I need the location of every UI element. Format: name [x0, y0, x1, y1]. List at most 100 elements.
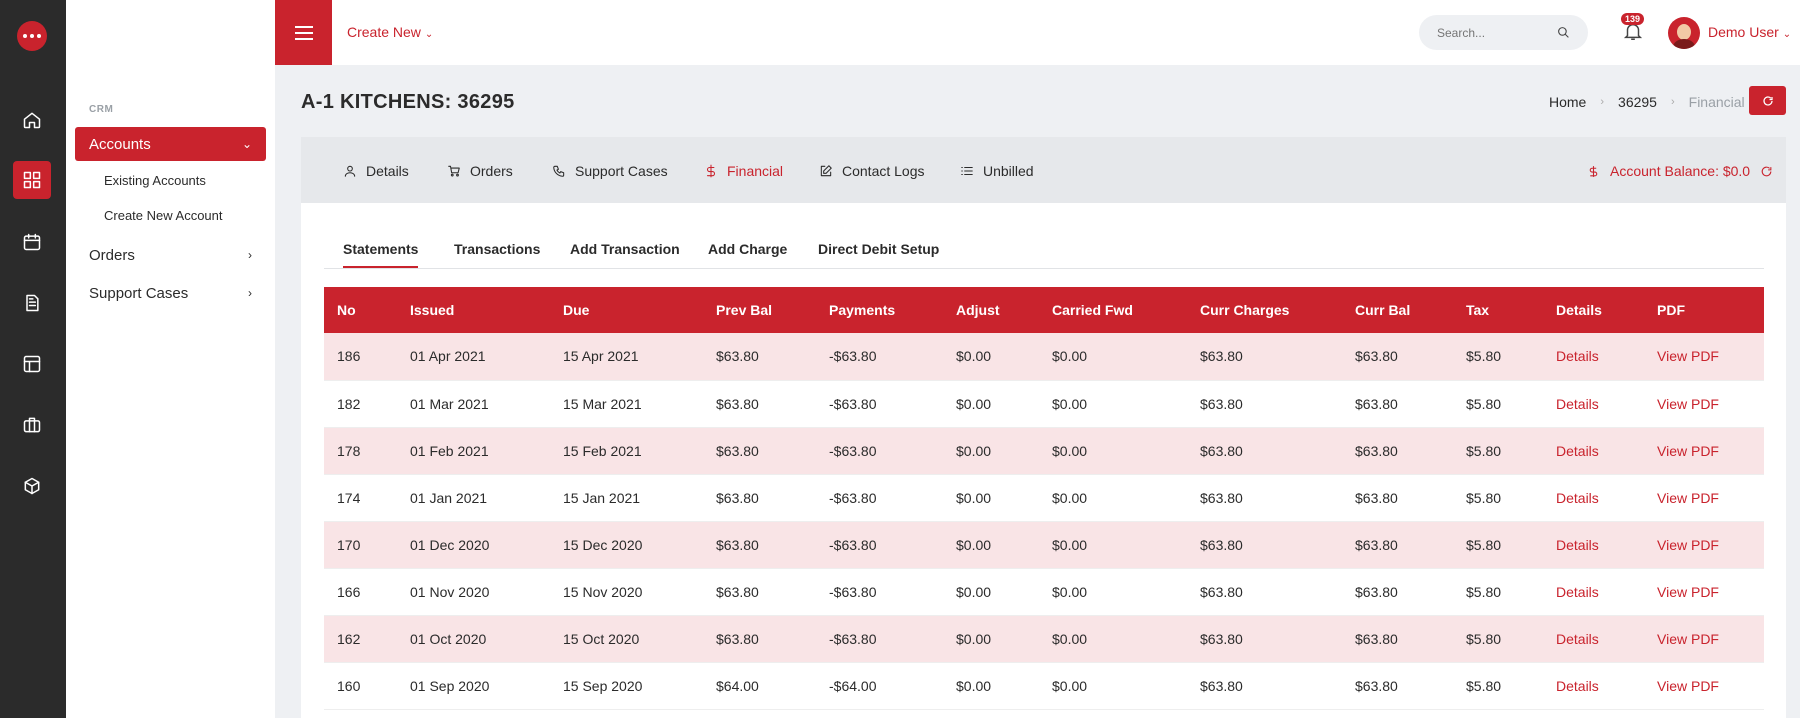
column-header[interactable]: Details — [1543, 287, 1644, 333]
briefcase-icon[interactable] — [13, 406, 51, 444]
subtab-direct-debit-setup[interactable]: Direct Debit Setup — [818, 241, 939, 257]
refresh-icon[interactable] — [1760, 165, 1773, 178]
document-icon[interactable] — [13, 284, 51, 322]
create-new-dropdown[interactable]: Create New ⌄ — [347, 24, 433, 40]
payments: -$63.80 — [829, 348, 877, 365]
sidebar-item-orders[interactable]: Orders › — [75, 238, 266, 272]
sidebar-item-label: Accounts — [89, 135, 151, 153]
tab-details[interactable]: Details — [343, 163, 409, 179]
table-row[interactable]: 174 01 Jan 2021 15 Jan 2021 $63.80 -$63.80 $0… — [324, 474, 1764, 521]
view-pdf-link[interactable]: View PDF — [1644, 521, 1764, 568]
user-name-label: Demo User — [1708, 24, 1779, 40]
statement-no: 166 — [337, 583, 361, 600]
refresh-button[interactable] — [1749, 86, 1786, 115]
payments: -$63.80 — [829, 536, 877, 553]
package-icon[interactable] — [13, 467, 51, 505]
sidebar-item-label: Orders — [89, 246, 135, 264]
column-header[interactable]: PDF — [1644, 287, 1764, 333]
view-pdf-link[interactable]: View PDF — [1644, 427, 1764, 474]
payments: -$63.80 — [829, 630, 877, 647]
column-header[interactable]: Payments — [816, 287, 943, 333]
table-row[interactable]: 182 01 Mar 2021 15 Mar 2021 $63.80 -$63.80 $0… — [324, 380, 1764, 427]
sidebar-subitem-create-new-account[interactable]: Create New Account — [104, 208, 223, 223]
tab-label: Unbilled — [983, 163, 1034, 179]
current-charges: $63.80 — [1200, 630, 1243, 647]
search-input[interactable] — [1437, 25, 1547, 40]
adjust: $0.00 — [956, 583, 992, 600]
carried-forward: $0.00 — [1052, 583, 1088, 600]
column-header[interactable]: Issued — [397, 287, 550, 333]
sidebar-subitem-existing-accounts[interactable]: Existing Accounts — [104, 173, 206, 188]
column-header[interactable]: No — [324, 287, 397, 333]
details-link[interactable]: Details — [1543, 521, 1644, 568]
dollar-icon — [1589, 165, 1598, 177]
icon-rail — [0, 0, 66, 718]
tab-contact-logs[interactable]: Contact Logs — [819, 163, 925, 179]
subtab-transactions[interactable]: Transactions — [454, 241, 540, 257]
chevron-down-icon: ⌄ — [241, 137, 252, 151]
chevron-right-icon: › — [248, 286, 252, 300]
table-row[interactable]: 186 01 Apr 2021 15 Apr 2021 $63.80 -$63.80 $0… — [324, 333, 1764, 380]
statement-no: 182 — [337, 395, 361, 412]
dashboard-icon[interactable] — [13, 161, 51, 199]
current-balance: $63.80 — [1355, 489, 1398, 506]
table-row[interactable]: 162 01 Oct 2020 15 Oct 2020 $63.80 -$63.80 $0… — [324, 615, 1764, 662]
page-title: A-1 KITCHENS: 36295 — [301, 91, 515, 113]
cart-icon — [448, 165, 460, 177]
home-icon[interactable] — [13, 101, 51, 139]
tab-financial[interactable]: Financial — [704, 163, 783, 179]
app-logo-icon[interactable] — [17, 21, 47, 51]
current-charges: $63.80 — [1200, 536, 1243, 553]
view-pdf-link[interactable]: View PDF — [1644, 568, 1764, 615]
tab-support-cases[interactable]: Support Cases — [552, 163, 668, 179]
subtab-add-transaction[interactable]: Add Transaction — [570, 241, 680, 257]
sidebar-item-support-cases[interactable]: Support Cases › — [75, 276, 266, 310]
hamburger-menu-icon[interactable] — [275, 0, 332, 65]
sidebar-item-accounts[interactable]: Accounts ⌄ — [75, 127, 266, 161]
column-header[interactable]: Due — [550, 287, 703, 333]
avatar[interactable] — [1668, 17, 1700, 49]
subtab-statements[interactable]: Statements — [343, 241, 419, 268]
column-header[interactable]: Tax — [1453, 287, 1543, 333]
column-header[interactable]: Prev Bal — [703, 287, 816, 333]
table-row[interactable]: 170 01 Dec 2020 15 Dec 2020 $63.80 -$63.80 $0… — [324, 521, 1764, 568]
prev-balance: $63.80 — [716, 442, 759, 459]
sidebar-item-label: Support Cases — [89, 284, 189, 302]
issued-date: 01 Jan 2021 — [410, 489, 488, 506]
details-link[interactable]: Details — [1543, 333, 1644, 380]
view-pdf-link[interactable]: View PDF — [1644, 474, 1764, 521]
tab-orders[interactable]: Orders — [447, 163, 513, 179]
layout-icon[interactable] — [13, 345, 51, 383]
table-row[interactable]: 160 01 Sep 2020 15 Sep 2020 $64.00 -$64.00 $0… — [324, 662, 1764, 709]
details-link[interactable]: Details — [1543, 568, 1644, 615]
current-balance: $63.80 — [1355, 583, 1398, 600]
account-balance: Account Balance: $0.0 — [1587, 163, 1773, 179]
breadcrumb-account[interactable]: 36295 — [1618, 94, 1657, 110]
table-row[interactable]: 178 01 Feb 2021 15 Feb 2021 $63.80 -$63.80 $0… — [324, 427, 1764, 474]
details-link[interactable]: Details — [1543, 615, 1644, 662]
view-pdf-link[interactable]: View PDF — [1644, 615, 1764, 662]
subtab-add-charge[interactable]: Add Charge — [708, 241, 787, 257]
calendar-icon[interactable] — [13, 223, 51, 261]
breadcrumb-home[interactable]: Home — [1549, 94, 1586, 110]
due-date: 15 Mar 2021 — [563, 395, 642, 412]
column-header[interactable]: Curr Bal — [1342, 287, 1453, 333]
column-header[interactable]: Adjust — [943, 287, 1039, 333]
view-pdf-link[interactable]: View PDF — [1644, 662, 1764, 709]
column-header[interactable]: Curr Charges — [1187, 287, 1342, 333]
view-pdf-link[interactable]: View PDF — [1644, 380, 1764, 427]
chevron-right-icon: › — [248, 248, 252, 262]
due-date: 15 Nov 2020 — [563, 583, 643, 600]
details-link[interactable]: Details — [1543, 380, 1644, 427]
issued-date: 01 Dec 2020 — [410, 536, 490, 553]
table-row[interactable]: 166 01 Nov 2020 15 Nov 2020 $63.80 -$63.80 $0… — [324, 568, 1764, 615]
column-header[interactable]: Carried Fwd — [1039, 287, 1187, 333]
tab-label: Orders — [470, 163, 513, 179]
user-menu[interactable]: Demo User ⌄ — [1708, 24, 1791, 40]
details-link[interactable]: Details — [1543, 662, 1644, 709]
details-link[interactable]: Details — [1543, 474, 1644, 521]
view-pdf-link[interactable]: View PDF — [1644, 333, 1764, 380]
details-link[interactable]: Details — [1543, 427, 1644, 474]
search-icon[interactable] — [1557, 26, 1570, 39]
tab-unbilled[interactable]: Unbilled — [960, 163, 1034, 179]
